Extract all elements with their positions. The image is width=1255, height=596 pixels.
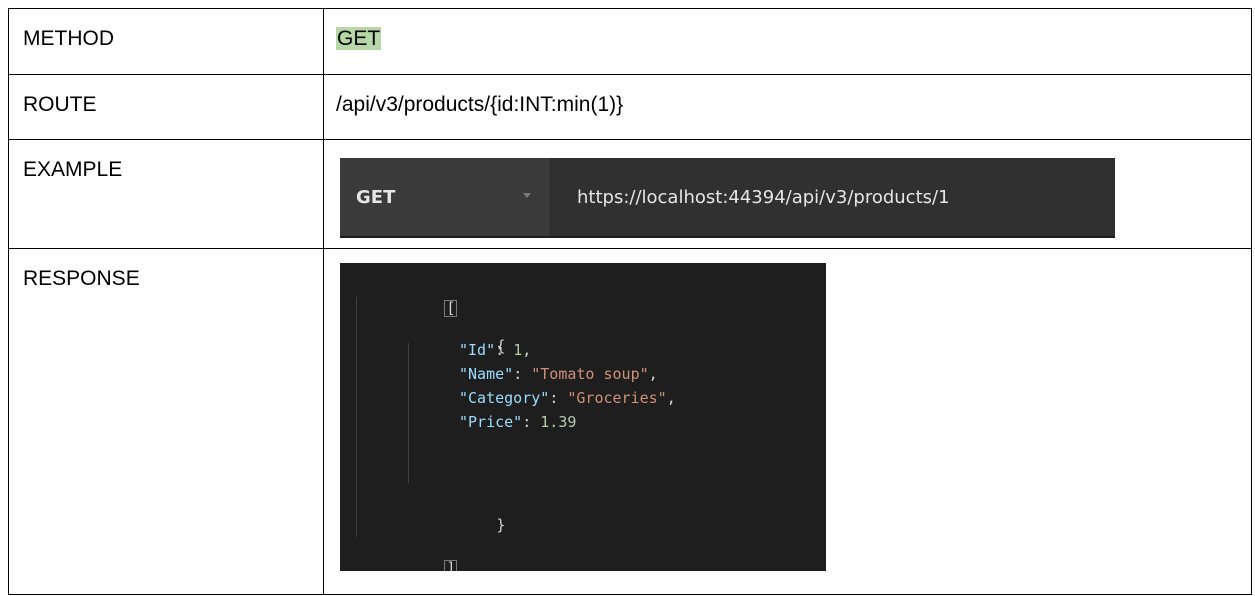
route-label: ROUTE <box>23 93 97 116</box>
json-value: 1 <box>513 341 523 359</box>
json-key: "Price" <box>459 413 523 431</box>
route-value-cell: /api/v3/products/{id:INT:min(1)} <box>323 74 1252 140</box>
route-label-cell: ROUTE <box>8 74 324 140</box>
api-spec-table: METHOD GET ROUTE /api/v3/products/{id:IN… <box>8 8 1252 595</box>
code-line-field-price: "Price": 1.39 <box>459 413 577 431</box>
close-brace: } <box>496 516 506 534</box>
json-comma: , <box>522 341 532 359</box>
code-line-open-brace: { <box>406 312 505 355</box>
request-url-input[interactable]: https://localhost:44394/api/v3/products/… <box>577 187 950 208</box>
json-value: 1.39 <box>540 413 577 431</box>
code-line-close-bracket: ] <box>354 534 458 571</box>
code-line-field-name: "Name": "Tomato soup", <box>459 365 658 383</box>
table-row-method: METHOD GET <box>8 8 1252 75</box>
example-label: EXAMPLE <box>23 158 123 181</box>
close-bracket: ] <box>444 560 458 571</box>
method-label-cell: METHOD <box>8 8 324 75</box>
route-value: /api/v3/products/{id:INT:min(1)} <box>336 93 624 116</box>
method-label: METHOD <box>23 27 114 50</box>
json-comma: , <box>666 389 676 407</box>
request-bar: GET https://localhost:44394/api/v3/produ… <box>340 158 1115 238</box>
table-row-response: RESPONSE [ { "Id": 1, "Name": "Tomato so… <box>8 248 1252 595</box>
request-method-dropdown[interactable]: GET <box>340 158 551 236</box>
json-value: "Groceries" <box>567 389 667 407</box>
table-row-route: ROUTE /api/v3/products/{id:INT:min(1)} <box>8 74 1252 140</box>
method-value-cell: GET <box>323 8 1252 75</box>
chevron-down-icon[interactable] <box>523 193 531 198</box>
code-line-field-category: "Category": "Groceries", <box>459 389 676 407</box>
response-label: RESPONSE <box>23 267 140 290</box>
response-value-cell: [ { "Id": 1, "Name": "Tomato soup", "Cat… <box>323 248 1252 595</box>
json-key: "Name" <box>459 365 514 383</box>
example-value-cell: GET https://localhost:44394/api/v3/produ… <box>323 139 1252 249</box>
json-value: "Tomato soup" <box>531 365 649 383</box>
json-key: "Id" <box>459 341 496 359</box>
table-row-example: EXAMPLE GET https://localhost:44394/api/… <box>8 139 1252 249</box>
code-line-field-id: "Id": 1, <box>459 341 532 359</box>
json-comma: , <box>648 365 658 383</box>
example-label-cell: EXAMPLE <box>8 139 324 249</box>
json-response-panel: [ { "Id": 1, "Name": "Tomato soup", "Cat… <box>340 263 826 571</box>
code-line-close-brace: } <box>406 491 505 534</box>
response-label-cell: RESPONSE <box>8 248 324 595</box>
json-key: "Category" <box>459 389 550 407</box>
method-value: GET <box>336 27 382 50</box>
request-method-label: GET <box>356 186 396 208</box>
code-line-open-bracket: [ <box>354 274 458 317</box>
